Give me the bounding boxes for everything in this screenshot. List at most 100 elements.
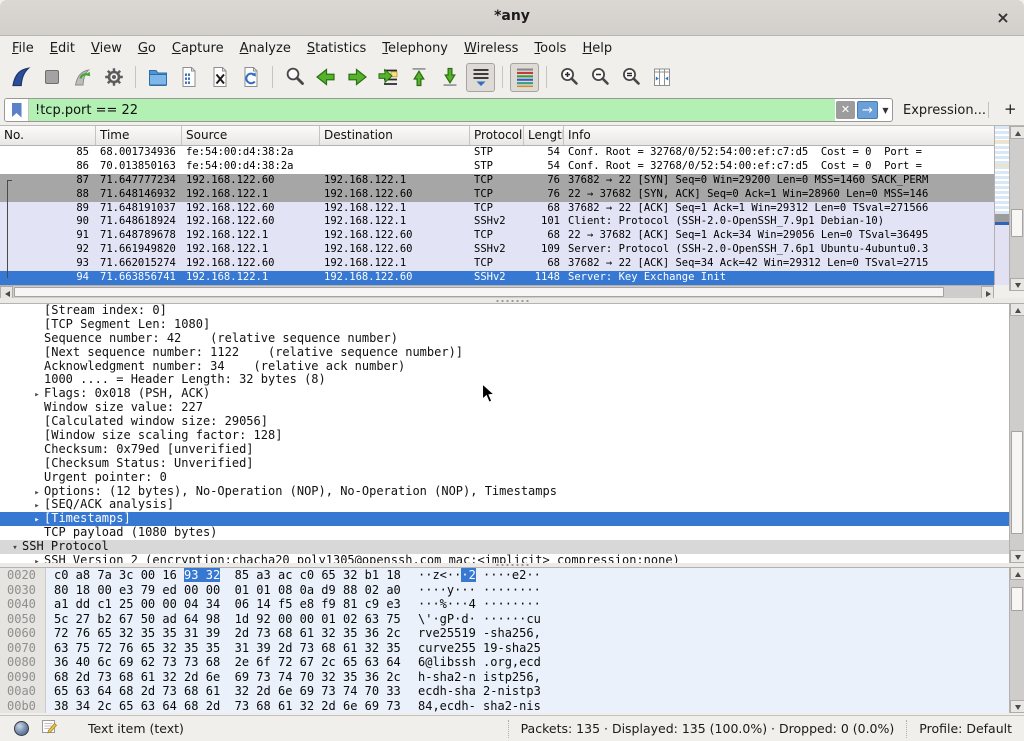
column-header-protocol[interactable]: Protocol [470, 126, 524, 145]
scroll-thumb[interactable] [14, 287, 944, 297]
detail-row[interactable]: [TCP Segment Len: 1080] [0, 318, 1009, 332]
detail-row[interactable]: ▸Options: (12 bytes), No-Operation (NOP)… [0, 485, 1009, 499]
column-header-info[interactable]: Info [564, 126, 994, 145]
go-last-packet-icon[interactable] [435, 63, 464, 92]
packet-row-85[interactable]: 8568.001734936fe:54:00:d4:38:2aSTP54Conf… [0, 146, 994, 160]
start-capture-icon[interactable] [6, 63, 35, 92]
menu-file[interactable]: File [4, 38, 42, 59]
save-file-icon[interactable] [174, 63, 203, 92]
close-file-icon[interactable] [205, 63, 234, 92]
zoom-reset-icon[interactable] [616, 63, 645, 92]
go-forward-icon[interactable] [342, 63, 371, 92]
go-first-packet-icon[interactable] [404, 63, 433, 92]
hex-row-0020[interactable]: 0020c0 a8 7a 3c 00 16 93 32 85 a3 ac c0 … [0, 568, 1024, 583]
scroll-down-icon[interactable] [1010, 700, 1024, 713]
go-back-icon[interactable] [311, 63, 340, 92]
filter-apply-icon[interactable]: → [857, 101, 878, 119]
stop-capture-icon[interactable] [37, 63, 66, 92]
hex-vscrollbar[interactable] [1009, 567, 1024, 713]
expander-open-icon[interactable]: ▾ [8, 542, 22, 556]
packet-row-87[interactable]: 8771.647777234192.168.122.60192.168.122.… [0, 174, 994, 188]
detail-row[interactable]: Window size value: 227 [0, 401, 1009, 415]
detail-row[interactable]: ▸[SEQ/ACK analysis] [0, 498, 1009, 512]
packet-row-89[interactable]: 8971.648191037192.168.122.60192.168.122.… [0, 202, 994, 216]
detail-row[interactable]: [Window size scaling factor: 128] [0, 429, 1009, 443]
filter-clear-icon[interactable]: ✕ [836, 101, 855, 119]
scroll-up-icon[interactable] [1010, 126, 1024, 139]
detail-row[interactable]: Sequence number: 42 (relative sequence n… [0, 332, 1009, 346]
column-header-time[interactable]: Time [96, 126, 182, 145]
packet-row-86[interactable]: 8670.013850163fe:54:00:d4:38:2aSTP54Conf… [0, 160, 994, 174]
close-icon[interactable]: × [992, 7, 1014, 29]
menu-view[interactable]: View [83, 38, 130, 59]
menu-go[interactable]: Go [130, 38, 164, 59]
detail-row[interactable]: TCP payload (1080 bytes) [0, 526, 1009, 540]
capture-options-icon[interactable] [99, 63, 128, 92]
packet-row-92[interactable]: 9271.661949820192.168.122.1192.168.122.6… [0, 243, 994, 257]
detail-row[interactable]: Urgent pointer: 0 [0, 471, 1009, 485]
detail-row[interactable]: Acknowledgment number: 34 (relative ack … [0, 360, 1009, 374]
menu-wireless[interactable]: Wireless [456, 38, 526, 59]
column-header-destination[interactable]: Destination [320, 126, 470, 145]
menu-telephony[interactable]: Telephony [374, 38, 456, 59]
detail-row[interactable]: Checksum: 0x79ed [unverified] [0, 443, 1009, 457]
expert-info-icon[interactable] [14, 721, 29, 736]
display-filter-input[interactable]: !tcp.port == 22 ✕ → ▼ [4, 98, 893, 122]
menu-capture[interactable]: Capture [164, 38, 232, 59]
expander-closed-icon[interactable]: ▸ [30, 556, 44, 563]
detail-row[interactable]: ▸Flags: 0x018 (PSH, ACK) [0, 387, 1009, 401]
menu-edit[interactable]: Edit [42, 38, 83, 59]
detail-row[interactable]: [Next sequence number: 1122 (relative se… [0, 346, 1009, 360]
hex-row-00a0[interactable]: 00a065 63 64 68 2d 73 68 61 32 2d 6e 69 … [0, 684, 1024, 699]
packet-row-94[interactable]: 9471.663856741192.168.122.1192.168.122.6… [0, 271, 994, 285]
hex-row-0060[interactable]: 006072 76 65 32 35 35 31 39 2d 73 68 61 … [0, 626, 1024, 641]
detail-row[interactable]: ▾SSH Protocol [0, 540, 1009, 554]
hex-row-0030[interactable]: 003080 18 00 e3 79 ed 00 00 01 01 08 0a … [0, 583, 1024, 598]
detail-row[interactable]: ▸SSH Version 2 (encryption:chacha20_poly… [0, 554, 1009, 563]
packet-row-88[interactable]: 8871.648146932192.168.122.1192.168.122.6… [0, 188, 994, 202]
hex-row-0070[interactable]: 007063 75 72 76 65 32 35 35 31 39 2d 73 … [0, 641, 1024, 656]
zoom-out-icon[interactable] [585, 63, 614, 92]
restart-capture-icon[interactable] [68, 63, 97, 92]
filter-add-button[interactable]: + [1000, 100, 1021, 118]
hex-row-0040[interactable]: 0040a1 dd c1 25 00 00 04 34 06 14 f5 e8 … [0, 597, 1024, 612]
menu-statistics[interactable]: Statistics [299, 38, 374, 59]
scroll-thumb[interactable] [1011, 587, 1023, 611]
packet-list-vscrollbar[interactable] [1009, 126, 1024, 291]
filter-bookmark-icon[interactable] [5, 99, 29, 121]
scroll-up-icon[interactable] [1010, 567, 1024, 580]
menu-tools[interactable]: Tools [526, 38, 574, 59]
hex-row-00b0[interactable]: 00b038 34 2c 65 63 64 68 2d 73 68 61 32 … [0, 699, 1024, 714]
scroll-down-icon[interactable] [1010, 278, 1024, 291]
menu-help[interactable]: Help [574, 38, 620, 59]
menu-analyze[interactable]: Analyze [232, 38, 299, 59]
column-header-source[interactable]: Source [182, 126, 320, 145]
packet-row-91[interactable]: 9171.648789678192.168.122.1192.168.122.6… [0, 229, 994, 243]
packet-row-90[interactable]: 9071.648618924192.168.122.60192.168.122.… [0, 215, 994, 229]
hex-row-0080[interactable]: 008036 40 6c 69 62 73 73 68 2e 6f 72 67 … [0, 655, 1024, 670]
find-packet-icon[interactable] [280, 63, 309, 92]
packet-row-93[interactable]: 9371.662015274192.168.122.60192.168.122.… [0, 257, 994, 271]
hex-row-0050[interactable]: 00505c 27 b2 67 50 ad 64 98 1d 92 00 00 … [0, 612, 1024, 627]
column-header-length[interactable]: Length [524, 126, 564, 145]
go-to-packet-icon[interactable] [373, 63, 402, 92]
scroll-up-icon[interactable] [1010, 303, 1024, 316]
capture-comment-icon[interactable] [41, 718, 58, 739]
auto-scroll-icon[interactable] [466, 63, 495, 92]
scroll-thumb[interactable] [1011, 209, 1023, 237]
colorize-icon[interactable] [510, 63, 539, 92]
filter-history-caret-icon[interactable]: ▼ [879, 106, 892, 115]
expression-button[interactable]: Expression... [903, 103, 986, 118]
detail-row[interactable]: [Calculated window size: 29056] [0, 415, 1009, 429]
detail-row[interactable]: [Stream index: 0] [0, 304, 1009, 318]
intelligent-scrollbar-minimap[interactable] [994, 126, 1009, 285]
column-header-no[interactable]: No. [0, 126, 96, 145]
status-profile[interactable]: Profile: Default [906, 720, 1024, 738]
scroll-thumb[interactable] [1011, 431, 1023, 534]
packet-list-hscrollbar[interactable] [0, 285, 994, 298]
detail-row[interactable]: 1000 .... = Header Length: 32 bytes (8) [0, 373, 1009, 387]
hex-row-0090[interactable]: 009068 2d 73 68 61 32 2d 6e 69 73 74 70 … [0, 670, 1024, 685]
open-file-icon[interactable] [143, 63, 172, 92]
filter-text[interactable]: !tcp.port == 22 [29, 99, 835, 121]
resize-columns-icon[interactable] [647, 63, 676, 92]
